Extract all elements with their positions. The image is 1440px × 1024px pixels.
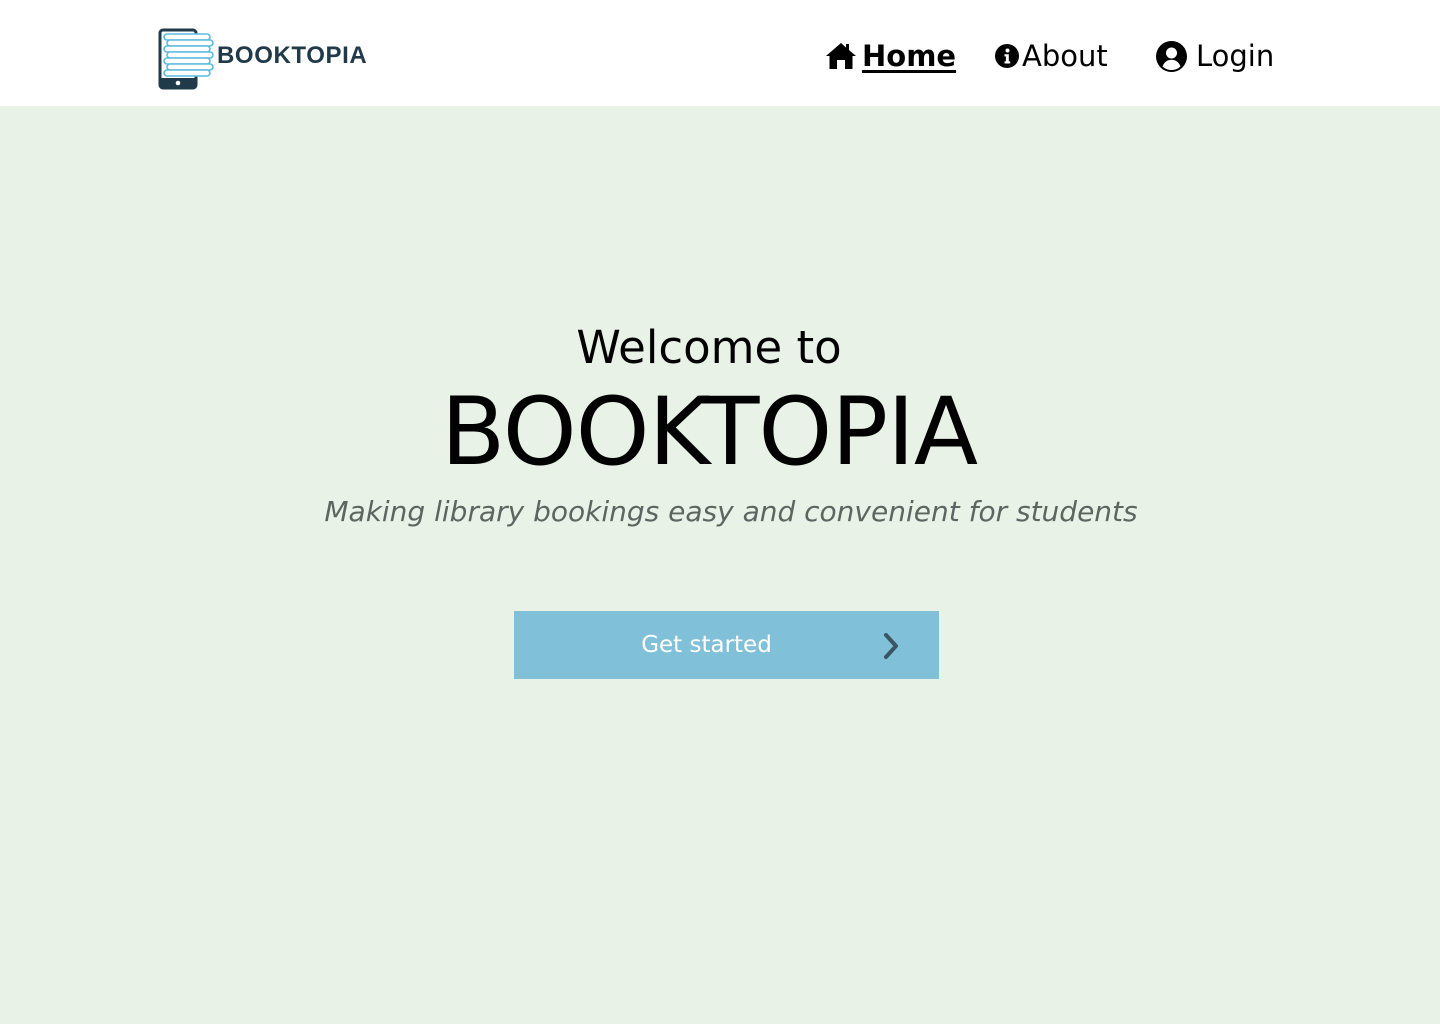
nav-login-link[interactable]: Login bbox=[1156, 36, 1274, 76]
hero-tagline: Making library bookings easy and conveni… bbox=[324, 495, 1138, 528]
nav-home-label: Home bbox=[862, 39, 957, 73]
nav-about-link[interactable]: About bbox=[995, 36, 1108, 76]
hero-title: BOOKTOPIA bbox=[440, 378, 978, 487]
welcome-heading: Welcome to bbox=[576, 321, 842, 374]
chevron-right-icon bbox=[884, 633, 898, 659]
logo[interactable]: BOOKTOPIA bbox=[158, 28, 367, 90]
user-circle-icon bbox=[1156, 40, 1187, 72]
navbar: BOOKTOPIA Home About Login bbox=[0, 0, 1440, 106]
get-started-button[interactable]: Get started bbox=[514, 611, 939, 679]
info-circle-icon bbox=[995, 44, 1019, 68]
get-started-label: Get started bbox=[641, 632, 772, 658]
nav-home-link[interactable]: Home bbox=[824, 36, 956, 76]
logo-wordmark: BOOKTOPIA bbox=[217, 42, 368, 69]
home-icon bbox=[826, 43, 856, 69]
nav-about-label: About bbox=[1022, 39, 1108, 73]
book-tablet-logo-icon bbox=[158, 28, 214, 90]
nav-login-label: Login bbox=[1196, 39, 1275, 73]
